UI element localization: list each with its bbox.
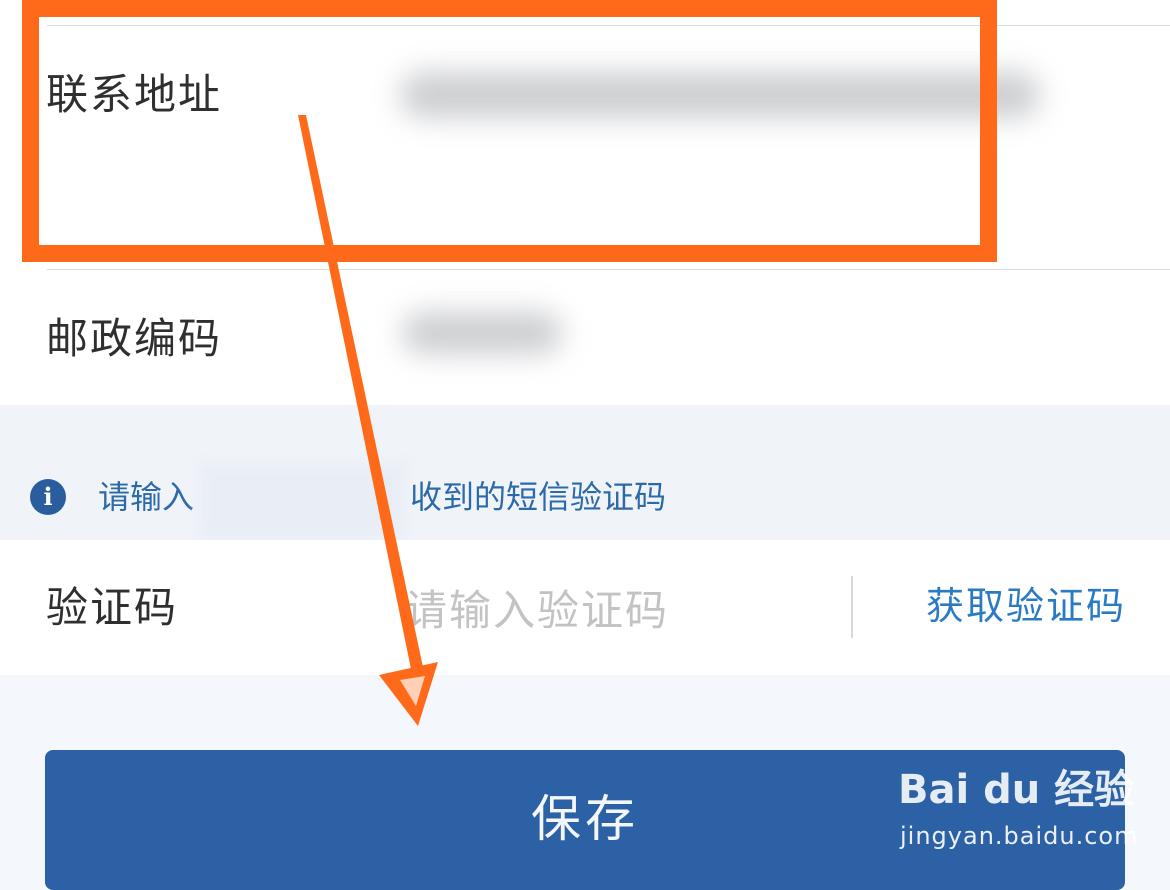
arrow-annotation (298, 115, 438, 726)
